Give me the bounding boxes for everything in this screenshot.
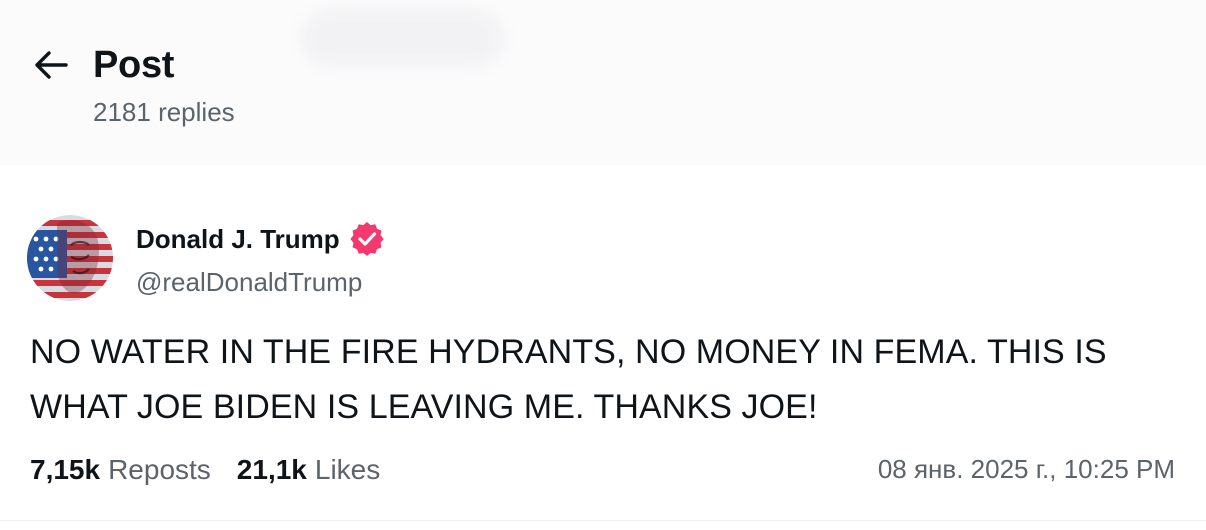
post-stats: 7,15k Reposts 21,1k Likes xyxy=(30,450,380,490)
back-button[interactable] xyxy=(30,44,72,86)
post-header: Post 2181 replies xyxy=(0,0,1206,165)
replies-count: 2181 replies xyxy=(93,97,235,127)
arrow-left-icon xyxy=(35,51,68,79)
likes-count: 21,1k xyxy=(236,454,307,485)
reposts-stat[interactable]: 7,15k Reposts xyxy=(30,452,211,488)
post-text: NO WATER IN THE FIRE HYDRANTS, NO MONEY … xyxy=(30,333,1107,426)
reposts-count: 7,15k xyxy=(30,454,101,485)
post-timestamp: 08 янв. 2025 г., 10:25 PM xyxy=(877,454,1175,484)
page-title: Post xyxy=(93,44,175,86)
avatar[interactable] xyxy=(27,215,113,301)
divider xyxy=(0,520,1206,521)
likes-stat[interactable]: 21,1k Likes xyxy=(237,452,380,488)
author-name[interactable]: Donald J. Trump xyxy=(136,223,340,255)
verified-badge-icon xyxy=(350,222,384,256)
post-page: Post 2181 replies Donald J. Trump @realD… xyxy=(0,0,1206,530)
reposts-label: Reposts xyxy=(108,454,211,485)
header-blur-decoration xyxy=(300,8,505,68)
likes-label: Likes xyxy=(314,454,381,485)
author-handle[interactable]: @realDonaldTrump xyxy=(136,266,362,298)
author-name-row: Donald J. Trump xyxy=(136,221,384,257)
